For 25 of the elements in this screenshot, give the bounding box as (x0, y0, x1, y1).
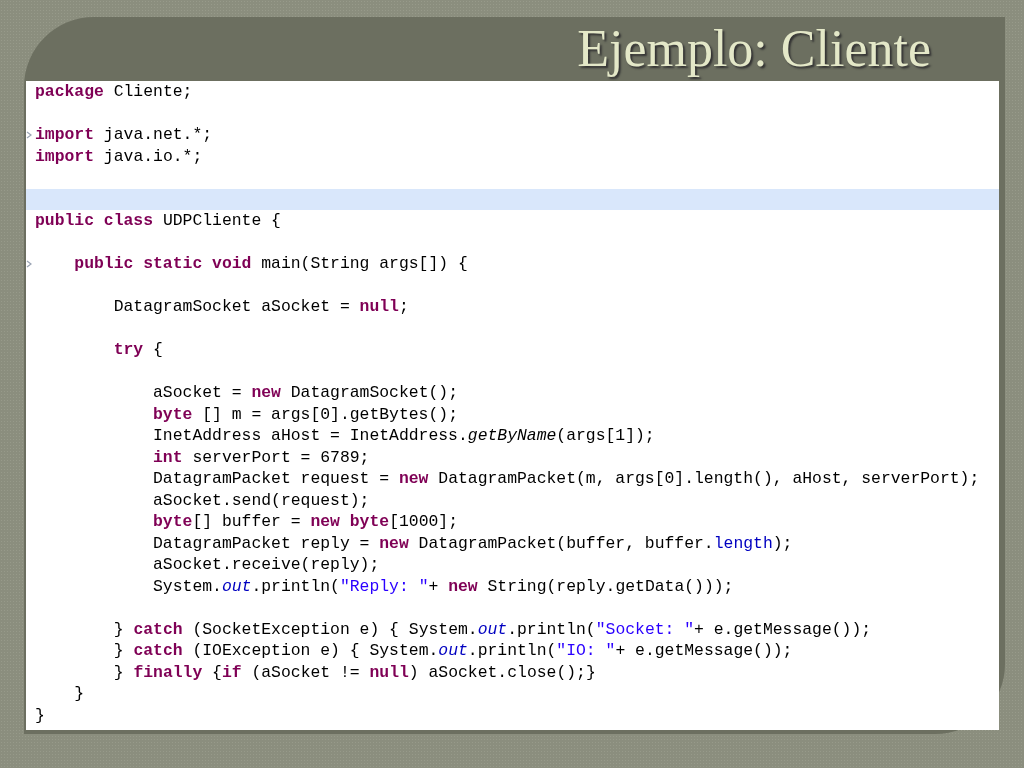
code-line: DatagramSocket aSocket = null; (112, 296, 409, 318)
code-line: DatagramPacket request = new DatagramPacket(m, args[0].length(), aHost, serverPort); (152, 468, 980, 490)
fold-marker-icon[interactable] (26, 131, 32, 139)
code-line: import java.io.*; (35, 145, 203, 167)
code-line: } (35, 704, 45, 726)
code-line: } (73, 683, 85, 705)
code-line: aSocket = new DatagramSocket(); (152, 382, 458, 404)
code-line: import java.net.*; (35, 124, 213, 146)
code-line: System.out.println("Reply: "+ new String(reply.getData())); (152, 575, 734, 597)
code-line: int serverPort = 6789; (152, 446, 370, 468)
code-line: DatagramPacket reply = new DatagramPacket(buffer, buffer.length); (152, 532, 793, 554)
code-line: aSocket.send(request); (152, 489, 370, 511)
code-line: public class UDPCliente { (35, 210, 281, 232)
code-line: aSocket.receive(reply); (152, 554, 380, 576)
code-line: } catch (IOException e) { System.out.println("IO: "+ e.getMessage()); (112, 640, 793, 662)
fold-marker-icon[interactable] (26, 260, 32, 268)
code-line: package Cliente; (35, 81, 193, 103)
code-line: try { (112, 339, 163, 361)
code-line: InetAddress aHost = InetAddress.getByName(args[1]); (152, 425, 655, 447)
code-line: byte[] buffer = new byte[1000]; (152, 511, 458, 533)
code-line: public static void main(String args[]) { (73, 253, 468, 275)
code-line: } catch (SocketException e) { System.out.println("Socket: "+ e.getMessage()); (112, 618, 872, 640)
slide-title: Ejemplo: Cliente (577, 19, 931, 79)
code-line: } finally {if (aSocket != null) aSocket.close();} (112, 661, 596, 683)
code-line: byte [] m = args[0].getBytes(); (152, 403, 458, 425)
